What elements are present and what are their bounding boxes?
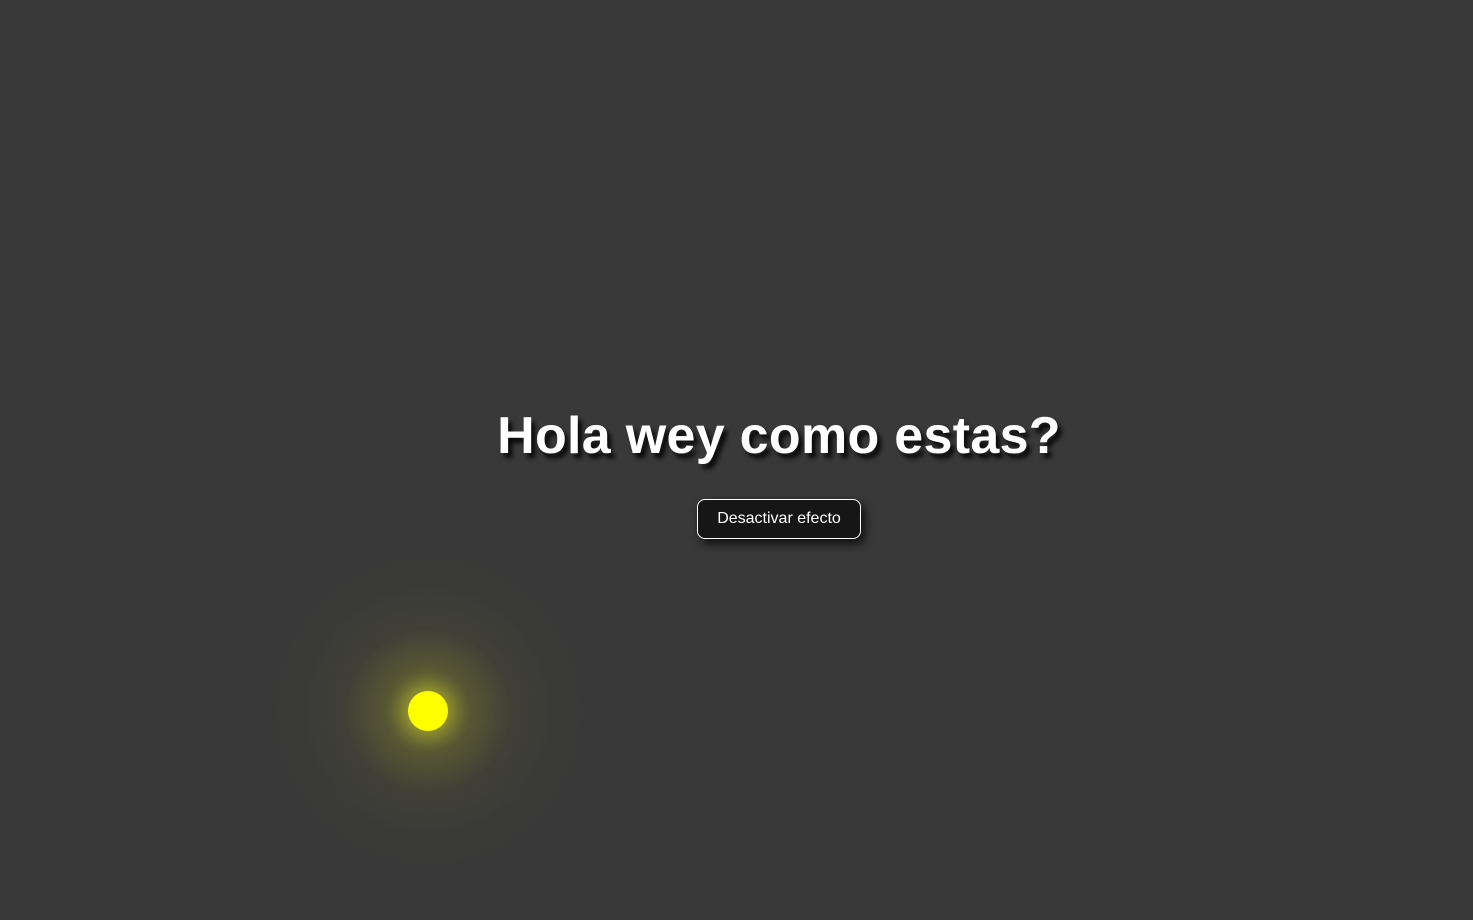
toggle-effect-button[interactable]: Desactivar efecto — [697, 499, 861, 539]
center-content: Hola wey como estas? Desactivar efecto — [0, 403, 1473, 539]
page-title: Hola wey como estas? — [497, 407, 1061, 465]
yellow-light-orb-icon — [408, 691, 448, 731]
page: Hola wey como estas? Desactivar efecto — [0, 0, 1473, 920]
